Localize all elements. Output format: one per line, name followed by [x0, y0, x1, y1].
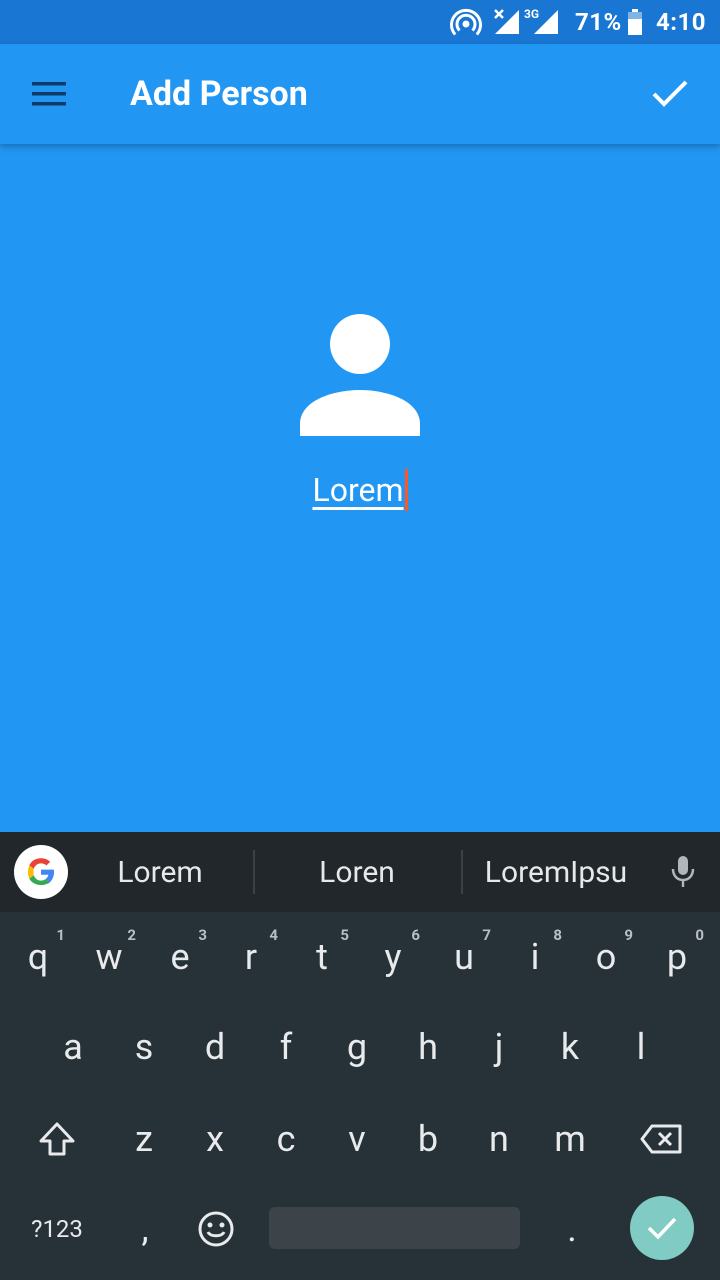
emoji-icon: [198, 1211, 234, 1247]
backspace-key[interactable]: [626, 1094, 696, 1184]
signal-3g-icon: [532, 0, 560, 44]
key-hint: 7: [482, 926, 491, 944]
suggestion-divider: [461, 850, 463, 894]
key-r[interactable]: r4: [216, 912, 286, 1002]
shift-icon: [39, 1122, 75, 1156]
key-hint: 5: [340, 926, 349, 944]
battery-icon: [627, 0, 643, 44]
person-icon[interactable]: [298, 314, 422, 438]
hamburger-menu-icon[interactable]: [20, 66, 80, 122]
backspace-icon: [640, 1124, 682, 1154]
key-hint: 8: [553, 926, 562, 944]
key-x[interactable]: x: [180, 1094, 250, 1184]
suggestion-bar: Lorem Loren LoremIpsu: [0, 832, 720, 912]
key-w[interactable]: w2: [74, 912, 144, 1002]
key-label: i: [530, 936, 540, 978]
key-hint: 9: [624, 926, 633, 944]
emoji-key[interactable]: [181, 1184, 251, 1274]
key-label: y: [384, 936, 402, 978]
key-n[interactable]: n: [464, 1094, 534, 1184]
shift-key[interactable]: [22, 1094, 92, 1184]
keyboard: Lorem Loren LoremIpsu q1 w2 e3 r4 t5 y6 …: [0, 832, 720, 1280]
key-l[interactable]: l: [606, 1002, 676, 1092]
key-s[interactable]: s: [109, 1002, 179, 1092]
key-label: o: [595, 936, 617, 978]
key-e[interactable]: e3: [145, 912, 215, 1002]
key-hint: 2: [127, 926, 136, 944]
name-input-value: Lorem: [312, 471, 404, 509]
key-label: w: [95, 936, 123, 978]
key-hint: 4: [269, 926, 278, 944]
checkmark-icon: [652, 80, 688, 107]
key-hint: 1: [56, 926, 65, 944]
key-z[interactable]: z: [109, 1094, 179, 1184]
key-label: p: [666, 936, 688, 978]
key-label: u: [454, 936, 474, 978]
key-t[interactable]: t5: [287, 912, 357, 1002]
key-m[interactable]: m: [535, 1094, 605, 1184]
period-key[interactable]: .: [537, 1184, 607, 1274]
suggestion-3[interactable]: LoremIpsu: [466, 832, 646, 912]
key-hint: 6: [411, 926, 420, 944]
key-label: q: [27, 936, 49, 978]
key-b[interactable]: b: [393, 1094, 463, 1184]
google-icon[interactable]: [14, 845, 68, 899]
page-title: Add Person: [130, 74, 308, 114]
suggestion-1[interactable]: Lorem: [70, 832, 250, 912]
enter-key[interactable]: [630, 1196, 694, 1260]
key-y[interactable]: y6: [358, 912, 428, 1002]
key-p[interactable]: p0: [642, 912, 712, 1002]
key-q[interactable]: q1: [3, 912, 73, 1002]
name-input[interactable]: Lorem: [260, 466, 460, 514]
key-k[interactable]: k: [535, 1002, 605, 1092]
text-cursor: [404, 469, 408, 511]
status-bar: 3G 71% 4:10: [0, 0, 720, 44]
key-g[interactable]: g: [322, 1002, 392, 1092]
key-j[interactable]: j: [464, 1002, 534, 1092]
hotspot-icon: [450, 0, 482, 44]
suggestion-divider: [253, 850, 255, 894]
suggestion-2[interactable]: Loren: [262, 832, 452, 912]
symbols-key[interactable]: ?123: [22, 1184, 92, 1274]
signal-no-data-icon: [493, 0, 521, 44]
key-label: e: [170, 936, 190, 978]
comma-key[interactable]: ,: [110, 1184, 180, 1274]
key-hint: 3: [198, 926, 207, 944]
key-v[interactable]: v: [322, 1094, 392, 1184]
key-f[interactable]: f: [251, 1002, 321, 1092]
key-label: r: [244, 936, 258, 978]
clock: 4:10: [656, 8, 707, 36]
key-d[interactable]: d: [180, 1002, 250, 1092]
checkmark-icon: [647, 1217, 677, 1240]
key-i[interactable]: i8: [500, 912, 570, 1002]
add-person-form: Lorem: [0, 144, 720, 832]
space-key[interactable]: [269, 1207, 520, 1249]
key-o[interactable]: o9: [571, 912, 641, 1002]
key-label: t: [316, 936, 328, 978]
key-h[interactable]: h: [393, 1002, 463, 1092]
battery-percent: 71%: [575, 8, 622, 36]
microphone-icon[interactable]: [660, 850, 706, 894]
app-bar: Add Person: [0, 44, 720, 144]
key-a[interactable]: a: [38, 1002, 108, 1092]
key-c[interactable]: c: [251, 1094, 321, 1184]
save-button[interactable]: [638, 66, 702, 122]
key-u[interactable]: u7: [429, 912, 499, 1002]
key-hint: 0: [695, 926, 704, 944]
